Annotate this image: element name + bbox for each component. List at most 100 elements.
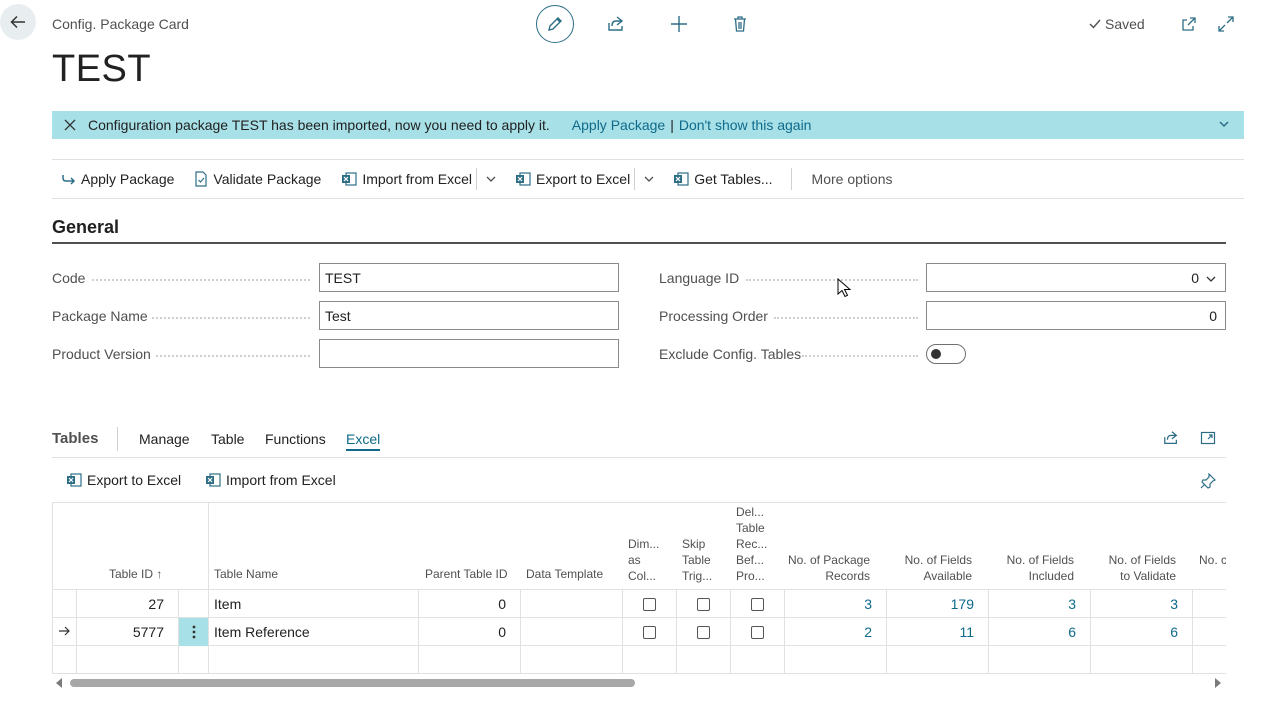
tab-excel[interactable]: Excel	[346, 431, 381, 451]
tab-functions[interactable]: Functions	[265, 431, 326, 447]
cell-table-name[interactable]: Item Reference	[214, 618, 414, 646]
header-line: Included	[1028, 569, 1074, 583]
cell-fields-to-validate[interactable]: 3	[1092, 590, 1178, 618]
field-dots	[92, 279, 310, 281]
action-bar: Apply Package Validate Package Import fr…	[52, 159, 1244, 199]
delete-button[interactable]	[728, 12, 752, 36]
cell-table-name[interactable]: Item	[214, 590, 414, 618]
column-header-del-table-rec[interactable]: Del... Table Rec... Bef... Pro...	[736, 504, 767, 584]
cell-package-records[interactable]: 2	[786, 618, 872, 646]
header-line: No. of Fields	[1006, 553, 1074, 567]
cell-fields-to-validate[interactable]: 6	[1092, 618, 1178, 646]
tables-import-from-excel-action[interactable]: Import from Excel	[205, 472, 336, 488]
product-version-field[interactable]	[319, 339, 619, 368]
cell-table-id[interactable]: 5777	[80, 618, 164, 646]
exclude-config-tables-toggle[interactable]	[926, 344, 966, 364]
apply-arrow-icon	[62, 175, 76, 185]
scroll-left-icon[interactable]	[55, 678, 64, 688]
export-to-excel-dropdown[interactable]	[635, 160, 663, 198]
expand-button[interactable]	[1214, 12, 1238, 36]
checkbox-del-table-rec[interactable]	[751, 597, 764, 611]
column-header-no-fields-available[interactable]: No. of Fields Available	[888, 552, 972, 584]
code-label: Code	[52, 270, 86, 286]
grid-line	[52, 673, 1226, 674]
column-header-data-template[interactable]: Data Template	[526, 566, 603, 582]
field-dots	[156, 355, 310, 357]
chevron-down-icon	[1219, 121, 1229, 128]
share-button[interactable]	[604, 12, 628, 36]
column-header-dim-as-col[interactable]: Dim... as Col...	[628, 536, 659, 584]
cell-fields-available[interactable]: 179	[888, 590, 974, 618]
export-to-excel-action[interactable]: Export to Excel	[505, 160, 634, 198]
checkbox-skip-table-trig[interactable]	[697, 625, 710, 639]
breadcrumb: Config. Package Card	[52, 16, 189, 32]
general-section-title[interactable]: General	[52, 217, 119, 238]
more-options-button[interactable]: More options	[792, 160, 903, 198]
get-tables-label: Get Tables...	[694, 171, 773, 187]
back-button[interactable]	[0, 4, 36, 40]
tables-expand-button[interactable]	[1196, 426, 1220, 450]
language-id-value: 0	[1191, 269, 1199, 286]
new-row[interactable]	[53, 646, 1226, 673]
header-line: No. of Package	[787, 553, 870, 567]
column-header-no-package-records[interactable]: No. of Package Records	[786, 552, 870, 584]
tables-share-button[interactable]	[1159, 426, 1183, 450]
open-new-window-button[interactable]	[1177, 12, 1201, 36]
share-icon	[608, 16, 624, 31]
header-line: No. of Fields	[1108, 553, 1176, 567]
cell-package-records[interactable]: 3	[786, 590, 872, 618]
column-header-parent-table-id[interactable]: Parent Table ID	[425, 566, 508, 582]
cell-fields-available[interactable]: 11	[888, 618, 974, 646]
cell-fields-included[interactable]: 3	[990, 590, 1076, 618]
excel-icon	[67, 473, 82, 487]
checkbox-del-table-rec[interactable]	[751, 625, 764, 639]
column-header-no-fields-included[interactable]: No. of Fields Included	[990, 552, 1074, 584]
apply-package-action[interactable]: Apply Package	[52, 160, 184, 198]
checkbox-dim-as-col[interactable]	[643, 625, 656, 639]
tables-part-title[interactable]: Tables	[52, 430, 98, 447]
tab-table[interactable]: Table	[211, 431, 244, 447]
banner-apply-link[interactable]: Apply Package	[572, 117, 665, 133]
tab-manage[interactable]: Manage	[139, 431, 190, 447]
grid-top-border	[52, 502, 1226, 503]
validate-package-action[interactable]: Validate Package	[184, 160, 331, 198]
code-field[interactable]: TEST	[319, 263, 619, 292]
plus-icon	[671, 16, 687, 32]
cell-parent-table-id[interactable]: 0	[422, 590, 506, 618]
banner-expand-button[interactable]	[1218, 118, 1230, 130]
scroll-right-icon[interactable]	[1213, 678, 1222, 688]
cell-table-id[interactable]: 27	[80, 590, 164, 618]
edit-button[interactable]	[536, 5, 574, 43]
column-header-skip-table-trig[interactable]: Skip Table Trig...	[682, 536, 712, 584]
header-line: Bef...	[736, 553, 765, 567]
processing-order-field[interactable]: 0	[926, 301, 1226, 330]
column-header-no-fields-to-validate[interactable]: No. of Fields to Validate	[1092, 552, 1176, 584]
toggle-knob	[931, 349, 941, 359]
get-tables-action[interactable]: Get Tables...	[663, 160, 782, 198]
checkbox-skip-table-trig[interactable]	[697, 597, 710, 611]
new-button[interactable]	[667, 12, 691, 36]
header-line: to Validate	[1120, 569, 1176, 583]
cell-fields-included[interactable]: 6	[990, 618, 1076, 646]
checkbox-dim-as-col[interactable]	[643, 597, 656, 611]
header-line: Available	[923, 569, 972, 583]
header-line: Dim...	[628, 537, 660, 551]
column-header-table-id[interactable]: Table ID ↑	[109, 566, 162, 582]
saved-status: Saved	[1088, 16, 1145, 32]
import-from-excel-action[interactable]: Import from Excel	[331, 160, 476, 198]
language-id-select[interactable]: 0	[926, 263, 1226, 292]
package-name-field[interactable]: Test	[319, 301, 619, 330]
column-header-table-name[interactable]: Table Name	[214, 566, 278, 582]
banner-close-button[interactable]	[52, 119, 88, 131]
cell-data-template[interactable]	[526, 590, 616, 618]
banner-dismiss-link[interactable]: Don't show this again	[679, 117, 812, 133]
pin-button[interactable]	[1196, 469, 1220, 493]
import-from-excel-dropdown[interactable]	[477, 160, 505, 198]
cell-parent-table-id[interactable]: 0	[422, 618, 506, 646]
excel-icon	[206, 473, 221, 487]
row-actions-button[interactable]	[179, 618, 208, 646]
scrollbar-thumb[interactable]	[70, 679, 635, 687]
tables-export-to-excel-action[interactable]: Export to Excel	[66, 472, 181, 488]
cell-data-template[interactable]	[526, 618, 616, 646]
column-header-no-cut[interactable]: No. c	[1199, 552, 1226, 568]
